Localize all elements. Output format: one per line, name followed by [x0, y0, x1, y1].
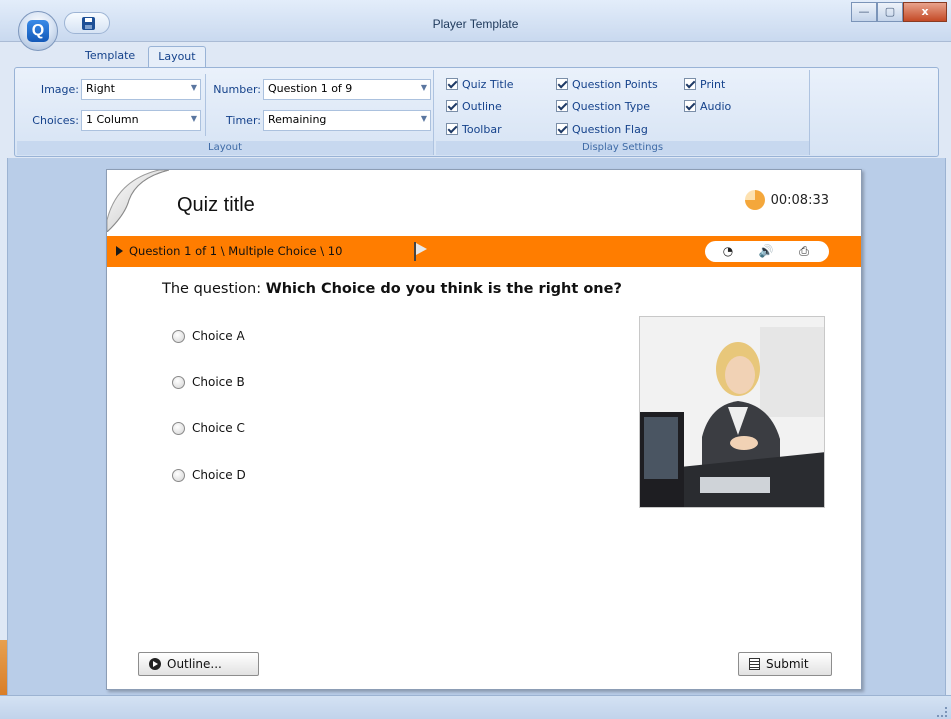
submit-button[interactable]: Submit	[738, 652, 832, 676]
audio-checkbox[interactable]: Audio	[684, 98, 731, 114]
application-menu-button[interactable]: Q	[18, 11, 58, 51]
display-settings-group-label: Display Settings	[436, 141, 809, 155]
timer-value: 00:08:33	[770, 192, 829, 208]
status-bar	[0, 695, 951, 719]
choice-option[interactable]: Choice C	[172, 419, 245, 437]
window-controls: — ▢ x	[851, 2, 947, 22]
question-toolbar: ◔ 🔊 ⎙	[705, 241, 829, 262]
number-combo[interactable]: Question 1 of 9 ▼	[263, 79, 431, 100]
question-bar: Question 1 of 1 \ Multiple Choice \ 10 ◔…	[107, 236, 861, 267]
checkbox-checked-icon	[446, 100, 458, 112]
choice-option[interactable]: Choice B	[172, 373, 245, 391]
print-icon[interactable]: ⎙	[795, 244, 813, 259]
checkbox-checked-icon	[684, 78, 696, 90]
hint-icon[interactable]: ◔	[719, 244, 737, 259]
quiz-title-checkbox[interactable]: Quiz Title	[446, 76, 514, 92]
quiz-player: Quiz title 00:08:33 Question 1 of 1 \ Mu…	[106, 169, 862, 690]
timer-value: Remaining	[268, 113, 327, 126]
number-value: Question 1 of 9	[268, 82, 353, 95]
radio-icon[interactable]	[172, 468, 185, 482]
question-text: The question: Which Choice do you think …	[162, 281, 622, 297]
outline-button-label: Outline...	[167, 657, 222, 671]
question-type-checkbox[interactable]: Question Type	[556, 98, 650, 114]
question-prefix: The question:	[162, 281, 266, 297]
checkbox-label: Audio	[700, 99, 732, 113]
checkbox-checked-icon	[556, 78, 568, 90]
window-title: Player Template	[432, 17, 519, 31]
app-logo-icon: Q	[27, 20, 49, 42]
checkbox-label: Outline	[462, 99, 502, 113]
question-body: Which Choice do you think is the right o…	[265, 281, 622, 297]
flag-icon[interactable]	[413, 242, 427, 261]
question-image	[639, 316, 825, 508]
audio-icon[interactable]: 🔊	[757, 244, 775, 259]
ribbon: Image: Right ▼ Choices: 1 Column ▼ Numbe…	[14, 67, 939, 157]
close-button[interactable]: x	[903, 2, 947, 22]
choice-label: Choice A	[192, 329, 245, 343]
radio-icon[interactable]	[172, 421, 185, 435]
play-icon	[149, 658, 161, 670]
clock-icon	[744, 190, 765, 210]
outline-checkbox[interactable]: Outline	[446, 98, 502, 114]
question-flag-checkbox[interactable]: Question Flag	[556, 121, 648, 137]
choice-option[interactable]: Choice D	[172, 466, 246, 484]
checkbox-checked-icon	[446, 123, 458, 135]
timer-label: Timer:	[226, 114, 261, 127]
businesswoman-photo	[640, 317, 824, 507]
submit-icon	[749, 658, 760, 670]
checkbox-label: Print	[700, 77, 726, 91]
resize-grip-icon[interactable]	[937, 707, 947, 717]
maximize-button[interactable]: ▢	[877, 2, 903, 22]
radio-icon[interactable]	[172, 375, 185, 389]
number-label: Number:	[213, 83, 261, 96]
image-label: Image:	[40, 83, 79, 96]
choice-option[interactable]: Choice A	[172, 327, 245, 345]
toolbar-checkbox[interactable]: Toolbar	[446, 121, 502, 137]
checkbox-label: Question Flag	[572, 122, 648, 136]
radio-icon[interactable]	[172, 329, 185, 343]
chevron-down-icon: ▼	[420, 114, 427, 123]
display-settings-group: Quiz Title Outline Toolbar Question Poin…	[436, 70, 810, 155]
checkbox-checked-icon	[556, 100, 568, 112]
checkbox-checked-icon	[556, 123, 568, 135]
choice-label: Choice D	[192, 468, 246, 482]
question-points-checkbox[interactable]: Question Points	[556, 76, 658, 92]
checkbox-checked-icon	[684, 100, 696, 112]
choices-value: 1 Column	[86, 113, 139, 126]
choice-label: Choice C	[192, 421, 245, 435]
choices-combo[interactable]: 1 Column ▼	[81, 110, 201, 131]
checkbox-label: Question Points	[572, 77, 658, 91]
image-value: Right	[86, 82, 115, 95]
title-bar: Player Template — ▢ x	[0, 0, 951, 42]
ribbon-tabs: Template Layout	[76, 46, 206, 68]
page-curl-icon	[107, 170, 169, 232]
checkbox-label: Question Type	[572, 99, 650, 113]
print-checkbox[interactable]: Print	[684, 76, 725, 92]
quiz-timer: 00:08:33	[744, 190, 829, 210]
chevron-down-icon: ▼	[190, 83, 197, 92]
outline-button[interactable]: Outline...	[138, 652, 259, 676]
chevron-down-icon: ▼	[420, 83, 427, 92]
submit-button-label: Submit	[766, 657, 809, 671]
timer-combo[interactable]: Remaining ▼	[263, 110, 431, 131]
checkbox-label: Quiz Title	[462, 77, 514, 91]
checkbox-checked-icon	[446, 78, 458, 90]
tab-template[interactable]: Template	[76, 46, 144, 68]
checkbox-label: Toolbar	[462, 122, 502, 136]
layout-group-label: Layout	[17, 141, 433, 155]
image-combo[interactable]: Right ▼	[81, 79, 201, 100]
layout-group: Image: Right ▼ Choices: 1 Column ▼ Numbe…	[17, 70, 434, 155]
choices-label: Choices:	[32, 114, 79, 127]
chevron-down-icon: ▼	[190, 114, 197, 123]
quiz-title: Quiz title	[177, 194, 255, 216]
tab-layout[interactable]: Layout	[148, 46, 206, 68]
background-strip	[0, 640, 7, 695]
choice-label: Choice B	[192, 375, 245, 389]
minimize-button[interactable]: —	[851, 2, 877, 22]
question-info: Question 1 of 1 \ Multiple Choice \ 10	[129, 244, 343, 258]
outline-arrow-icon[interactable]	[116, 246, 123, 256]
group-separator	[205, 74, 206, 136]
